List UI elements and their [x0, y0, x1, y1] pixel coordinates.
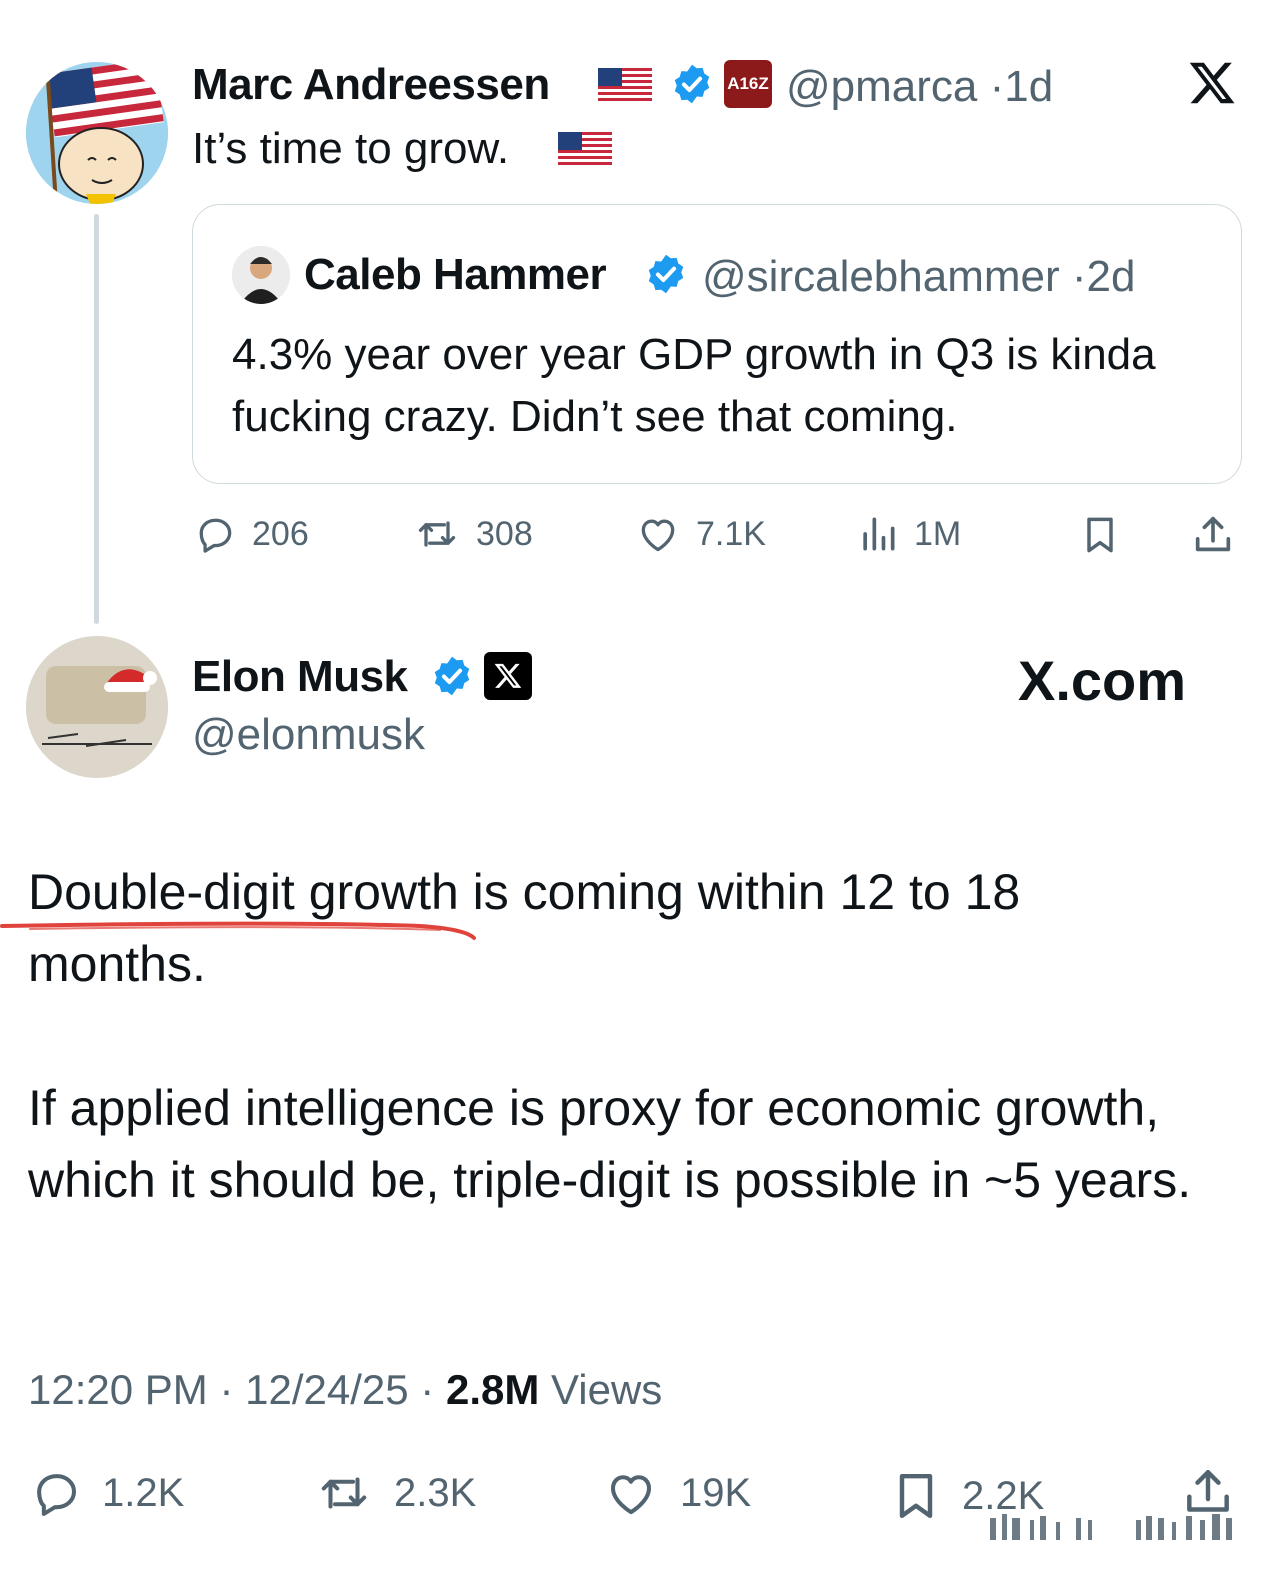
like-button[interactable]: 7.1K	[634, 512, 766, 556]
like-icon	[634, 512, 682, 556]
handle-line-marc: @pmarca ·1d	[786, 62, 1053, 112]
reply-count: 1.2K	[102, 1470, 185, 1515]
us-flag-icon	[558, 132, 612, 168]
repost-button[interactable]: 308	[412, 512, 533, 556]
separator: ·	[420, 1366, 435, 1413]
avatar-marc[interactable]	[26, 62, 168, 204]
a16z-affiliate-badge[interactable]: A16Z	[724, 60, 772, 108]
handle-marc[interactable]: @pmarca	[786, 62, 977, 111]
us-flag-icon	[598, 68, 652, 104]
quoted-tweet-text: 4.3% year over year GDP growth in Q3 is …	[232, 330, 1156, 441]
red-underline-annotation	[0, 921, 476, 940]
separator: ·	[989, 62, 1005, 111]
reply-paragraph-2: If applied intelligence is proxy for eco…	[28, 1080, 1192, 1208]
views-count[interactable]: 2.8M	[446, 1366, 539, 1413]
x-logo-icon	[494, 663, 522, 688]
repost-icon	[412, 512, 462, 556]
repost-button[interactable]: 2.3K	[312, 1466, 476, 1520]
views-icon	[856, 512, 900, 556]
views-label: Views	[551, 1366, 663, 1413]
reply-button[interactable]: 1.2K	[28, 1466, 184, 1520]
author-name-caleb[interactable]: Caleb Hammer	[304, 250, 607, 300]
watermark-bars	[990, 1514, 1232, 1540]
post-time[interactable]: 12:20 PM	[28, 1366, 208, 1413]
like-count: 19K	[680, 1470, 752, 1515]
post-date[interactable]: 12/24/25	[245, 1366, 409, 1413]
verified-badge-icon[interactable]	[670, 62, 714, 106]
separator: ·	[219, 1366, 234, 1413]
like-icon	[600, 1466, 662, 1520]
reply-count: 206	[252, 514, 309, 553]
reply-icon	[28, 1466, 84, 1520]
verified-badge-icon[interactable]	[644, 252, 688, 296]
separator: ·	[1071, 252, 1087, 301]
handle-line-caleb: @sircalebhammer ·2d	[702, 252, 1136, 302]
repost-icon	[312, 1466, 376, 1520]
tweet-text: It’s time to grow.	[192, 124, 510, 173]
author-name-elon[interactable]: Elon Musk	[192, 652, 408, 702]
x-logo-icon[interactable]	[1186, 58, 1238, 113]
author-name-marc[interactable]: Marc Andreessen	[192, 60, 550, 110]
time-ago[interactable]: 2d	[1087, 252, 1136, 301]
x-com-brand-logo[interactable]: X.com	[1018, 648, 1186, 713]
verified-badge-icon[interactable]	[430, 654, 474, 698]
bookmark-icon[interactable]	[1078, 512, 1122, 558]
reply-icon	[192, 512, 238, 556]
avatar-caleb[interactable]	[232, 246, 290, 304]
handle-elon[interactable]: @elonmusk	[192, 710, 425, 760]
timestamp-line: 12:20 PM · 12/24/25 · 2.8M Views	[28, 1366, 662, 1414]
time-ago[interactable]: 1d	[1004, 62, 1053, 111]
x-com-text: X.com	[1018, 649, 1187, 712]
views-button[interactable]: 1M	[856, 512, 961, 556]
repost-count: 2.3K	[394, 1470, 477, 1515]
repost-count: 308	[476, 514, 533, 553]
x-affiliate-badge[interactable]	[484, 652, 532, 700]
thread-connector-line	[94, 214, 99, 624]
tweet-text-marc: It’s time to grow.	[192, 124, 509, 174]
views-count: 1M	[914, 514, 962, 553]
avatar-elon[interactable]	[26, 636, 168, 778]
reply-button[interactable]: 206	[192, 512, 309, 556]
handle-caleb[interactable]: @sircalebhammer	[702, 252, 1060, 301]
bookmark-icon	[888, 1466, 944, 1526]
like-count: 7.1K	[696, 514, 766, 553]
like-button[interactable]: 19K	[600, 1466, 751, 1520]
share-icon[interactable]	[1190, 512, 1236, 558]
